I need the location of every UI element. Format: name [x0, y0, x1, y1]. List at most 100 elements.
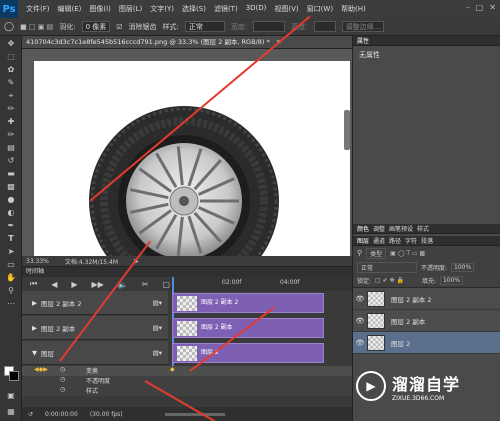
menu-item-7[interactable]: 3D(D) [244, 4, 269, 14]
chevron-down-icon[interactable]: ▼ [32, 349, 37, 357]
menu-item-9[interactable]: 窗口(W) [305, 4, 335, 14]
track-property-row[interactable]: ◷ 不透明度 [22, 376, 352, 386]
track-menu-icon[interactable]: ▤▾ [153, 349, 162, 357]
track-header[interactable]: ▶ 图层 2 副本 ▤▾ [22, 316, 168, 340]
layer-row[interactable]: 👁 图层 2 [353, 332, 500, 354]
timeline-clip[interactable]: 图层 2 副本 2 [172, 293, 324, 313]
eraser-tool-icon[interactable]: ▬ [4, 169, 18, 179]
layer-row[interactable]: 👁 图层 2 副本 [353, 310, 500, 332]
tab-layers-group-2[interactable]: 路径 [389, 236, 401, 245]
history-brush-icon[interactable]: ↺ [4, 156, 18, 166]
quick-select-tool-icon[interactable]: ✎ [4, 78, 18, 88]
width-input[interactable] [253, 21, 286, 32]
tab-color-group-2[interactable]: 画笔预设 [389, 224, 413, 233]
quick-mask-icon[interactable]: ▣ [4, 391, 18, 401]
eye-icon[interactable]: 👁 [353, 339, 367, 347]
zoom-tool-icon[interactable]: ⚲ [4, 286, 18, 296]
play-icon[interactable]: ▶ [71, 280, 77, 289]
document-tab[interactable]: 410704c3d3c7c1e8fe545b516cccd791.png @ 3… [22, 36, 352, 49]
tab-properties[interactable]: 属性 [357, 36, 369, 45]
pen-tool-icon[interactable]: ✒ [4, 221, 18, 231]
tab-layers-group-4[interactable]: 段落 [421, 236, 433, 245]
style-select[interactable]: 正常 [184, 21, 225, 32]
chevron-right-icon[interactable]: ▶ [32, 324, 37, 332]
gradient-tool-icon[interactable]: ▩ [4, 182, 18, 192]
kind-filter-select[interactable]: 类型 [366, 247, 387, 259]
tab-layers-group-3[interactable]: 字符 [405, 236, 417, 245]
menu-item-4[interactable]: 文字(Y) [148, 4, 176, 14]
zoom-slider[interactable] [164, 413, 225, 416]
stopwatch-icon[interactable]: ◷ [60, 366, 65, 373]
lasso-tool-icon[interactable]: ✿ [4, 65, 18, 75]
tab-color-group-3[interactable]: 样式 [417, 224, 429, 233]
background-color-swatch[interactable] [9, 371, 19, 381]
document-canvas[interactable] [34, 61, 350, 256]
menu-item-8[interactable]: 视图(V) [272, 4, 300, 14]
first-frame-icon[interactable]: ⏮ [30, 279, 37, 289]
healing-tool-icon[interactable]: ✚ [4, 117, 18, 127]
layer-row[interactable]: 👁 图层 2 副本 2 [353, 288, 500, 310]
tab-layers-group-0[interactable]: 图层 [357, 236, 369, 245]
height-input[interactable] [313, 21, 336, 32]
menu-item-10[interactable]: 帮助(H) [339, 4, 368, 14]
tab-color-group-1[interactable]: 调整 [373, 224, 385, 233]
time-ruler[interactable]: 02:00f 04:00f [170, 277, 352, 291]
marquee-tool-icon[interactable]: ⬚ [4, 52, 18, 62]
chevron-right-icon[interactable]: ▶ [32, 299, 37, 307]
track-menu-icon[interactable]: ▤▾ [153, 324, 162, 332]
photoshop-logo: Ps [0, 0, 18, 18]
opacity-input[interactable]: 100% [451, 262, 475, 272]
eyedropper-tool-icon[interactable]: ✏ [4, 104, 18, 114]
maximize-icon[interactable]: □ [476, 3, 484, 12]
lock-icons[interactable]: □ ✔ ✥ 🔒 [375, 277, 404, 284]
track-property-row[interactable]: ◀◆▶ ◷ 变换 ◆ [22, 366, 352, 376]
blur-tool-icon[interactable]: ● [4, 195, 18, 205]
keyframe-diamond-icon[interactable]: ◆ [170, 366, 175, 373]
next-frame-icon[interactable]: ▶▶ [92, 280, 104, 289]
brush-tool-icon[interactable]: ✏ [4, 130, 18, 140]
hand-tool-icon[interactable]: ✋ [4, 273, 18, 283]
menu-item-0[interactable]: 文件(F) [24, 4, 52, 14]
track-property-row[interactable]: ◷ 样式 [22, 386, 352, 396]
close-icon[interactable]: ✕ [489, 3, 496, 12]
move-tool-icon[interactable]: ✥ [4, 39, 18, 49]
screen-mode-icon[interactable]: ▦ [4, 407, 18, 417]
type-tool-icon[interactable]: T [4, 234, 18, 244]
tab-layers-group-1[interactable]: 通道 [373, 236, 385, 245]
antialias-checkbox[interactable]: ☑ [116, 23, 122, 31]
scissors-icon[interactable]: ✂ [142, 280, 149, 289]
stamp-tool-icon[interactable]: ▤ [4, 143, 18, 153]
tab-color-group-0[interactable]: 颜色 [357, 224, 369, 233]
menu-item-6[interactable]: 滤镜(T) [212, 4, 240, 14]
shape-tool-icon[interactable]: ▭ [4, 260, 18, 270]
blend-mode-select[interactable]: 正常 [357, 261, 417, 273]
menu-item-5[interactable]: 选择(S) [180, 4, 208, 14]
fill-input[interactable]: 100% [439, 276, 464, 285]
render-video-icon[interactable]: ↺ [28, 411, 33, 418]
eye-icon[interactable]: 👁 [353, 295, 367, 303]
eye-icon[interactable]: 👁 [353, 317, 367, 325]
more-tools-icon[interactable]: ⋯ [4, 299, 18, 309]
feather-input[interactable]: 0 像素 [81, 21, 111, 32]
stopwatch-icon[interactable]: ◷ [60, 376, 65, 383]
refine-edge-button[interactable]: 调整边缘... [341, 21, 385, 32]
transition-icon[interactable]: ▢ [163, 280, 171, 289]
dodge-tool-icon[interactable]: ◐ [4, 208, 18, 218]
menu-item-1[interactable]: 编辑(E) [56, 4, 84, 14]
timeline-clip[interactable]: 图层 2 [172, 343, 324, 363]
selection-mode-icons[interactable]: ■ □ ▣ ▤ [20, 23, 53, 31]
crop-tool-icon[interactable]: ⌖ [4, 91, 18, 101]
keyframe-nav-icon[interactable]: ◀◆▶ [34, 366, 48, 373]
track-menu-icon[interactable]: ▤▾ [153, 299, 162, 307]
marquee-tool-icon[interactable]: ◯ [4, 22, 14, 32]
minimize-icon[interactable]: – [466, 3, 470, 12]
path-select-tool-icon[interactable]: ➤ [4, 247, 18, 257]
zoom-readout[interactable]: 33.33% [26, 258, 49, 265]
track-header[interactable]: ▼ 图层 ▤▾ [22, 341, 168, 365]
filter-icons[interactable]: ▣ ◯ T ▭ ▩ [390, 250, 425, 257]
prev-frame-icon[interactable]: ◀ [51, 280, 57, 289]
canvas-scrollbar[interactable] [344, 110, 350, 150]
menu-item-2[interactable]: 图像(I) [87, 4, 113, 14]
stopwatch-icon[interactable]: ◷ [60, 386, 65, 393]
menu-item-3[interactable]: 图层(L) [117, 4, 144, 14]
